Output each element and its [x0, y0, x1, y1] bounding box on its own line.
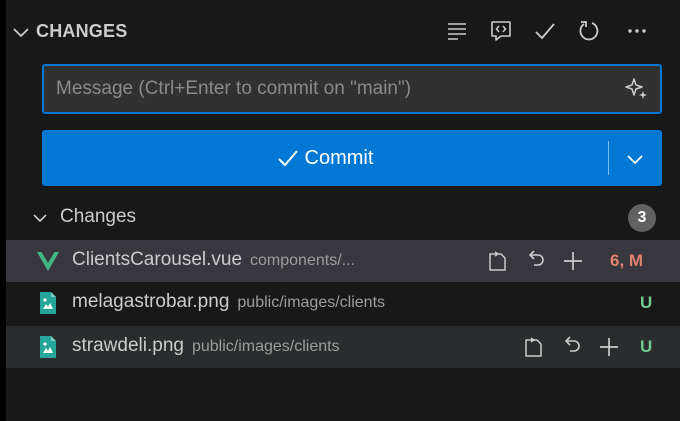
changes-count-badge: 3: [628, 204, 656, 232]
commit-dropdown-button[interactable]: [608, 130, 662, 186]
file-status: 6, M: [610, 251, 644, 270]
file-path: components/...: [250, 252, 355, 269]
split-divider: [608, 141, 609, 175]
file-row-melagastrobar[interactable]: melagastrobar.png public/images/clients U: [6, 282, 680, 324]
changes-section-header[interactable]: CHANGES: [6, 12, 680, 52]
stage-changes-icon[interactable]: [558, 246, 588, 276]
sparkle-icon[interactable]: [624, 76, 650, 102]
commit-check-icon[interactable]: [528, 14, 562, 48]
file-path: public/images/clients: [237, 294, 386, 311]
file-status: U: [640, 337, 653, 356]
refresh-icon[interactable]: [572, 14, 606, 48]
commit-button[interactable]: Commit: [42, 130, 608, 186]
open-file-icon[interactable]: [482, 246, 512, 276]
vue-file-icon: [37, 252, 59, 271]
commit-message-input[interactable]: [56, 66, 596, 112]
file-row-strawdeli[interactable]: strawdeli.png public/images/clients U: [6, 326, 680, 368]
commit-message-box: [42, 64, 662, 114]
image-file-icon: [40, 292, 56, 314]
changes-group-label: Changes: [60, 206, 137, 227]
discard-changes-icon[interactable]: [556, 332, 586, 362]
open-file-icon[interactable]: [518, 332, 548, 362]
file-name: melagastrobar.png public/images/clients: [72, 291, 386, 312]
file-name: ClientsCarousel.vue components/...: [72, 249, 355, 270]
changes-group-header[interactable]: Changes 3: [6, 200, 680, 236]
image-file-icon: [40, 336, 56, 358]
file-status: U: [640, 293, 653, 312]
discard-changes-icon[interactable]: [520, 246, 550, 276]
chevron-down-icon[interactable]: [10, 18, 32, 46]
section-title: CHANGES: [36, 21, 128, 41]
source-control-panel: CHANGES Message (Ctrl+Enter to commit on…: [6, 0, 680, 421]
stage-changes-icon[interactable]: [594, 332, 624, 362]
check-icon: [277, 150, 298, 167]
view-as-list-icon[interactable]: [440, 14, 474, 48]
file-path: public/images/clients: [191, 338, 340, 355]
show-changes-icon[interactable]: [484, 14, 518, 48]
file-row-clientscarousel[interactable]: ClientsCarousel.vue components/... 6, M: [6, 240, 680, 282]
chevron-down-icon: [627, 155, 643, 165]
file-name: strawdeli.png public/images/clients: [72, 335, 340, 356]
chevron-down-icon[interactable]: [30, 208, 50, 228]
commit-label: Commit: [304, 146, 374, 169]
more-actions-icon[interactable]: [620, 14, 654, 48]
